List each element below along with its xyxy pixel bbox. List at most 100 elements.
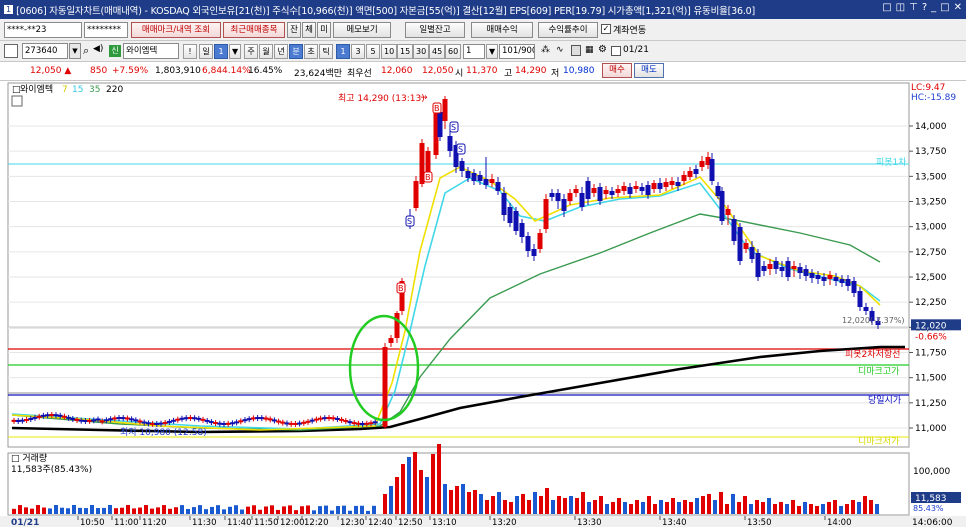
account-link-checkbox[interactable]: ✓ [601, 24, 611, 34]
stock-code-input[interactable]: 273640 [22, 43, 68, 59]
volume-bar [78, 507, 82, 514]
trade-profit-button[interactable]: 매매수익 [471, 22, 533, 38]
volume-bar [48, 508, 52, 514]
memo-button[interactable]: 메모보기 [333, 22, 391, 38]
minute-30[interactable]: 30 [413, 44, 430, 59]
volume-bar [737, 502, 741, 514]
volume-box-pct: 85.43% [913, 504, 944, 513]
sound-icon[interactable]: ◀) [93, 44, 103, 54]
price-tick-label: 14,000 [915, 122, 947, 132]
restore-icon[interactable]: □ [882, 2, 891, 13]
filled-button[interactable]: 체 [302, 22, 316, 38]
minute-3[interactable]: 3 [351, 44, 365, 59]
settings-icon[interactable]: ⚙ [598, 44, 607, 55]
sell-button[interactable]: 매도 [634, 63, 664, 78]
account-link-label: 계좌연동 [613, 26, 647, 36]
candle-body [833, 277, 839, 281]
candle-body [815, 275, 821, 279]
volume-bar [431, 454, 435, 514]
volume-bar [66, 508, 70, 514]
candle-body [809, 273, 815, 278]
volume-bar [401, 464, 405, 514]
volume-bar [234, 505, 238, 514]
expand-icon[interactable] [11, 95, 23, 107]
code-dropdown-icon[interactable]: ▼ [69, 43, 81, 59]
volume-bar [521, 494, 525, 514]
period-tick[interactable]: 틱 [319, 44, 333, 59]
current-price-pct: -0.66% [915, 332, 947, 342]
volume-bar [503, 500, 507, 514]
volume-bar [557, 496, 561, 514]
legend-ma-7: 7 [62, 85, 68, 95]
buy-button[interactable]: 매수 [602, 63, 632, 78]
line-tool-icon[interactable]: ∿ [556, 45, 564, 55]
unfilled-button[interactable]: 미 [317, 22, 331, 38]
best-bid: 12,060 [381, 66, 413, 76]
period-month[interactable]: 월 [259, 44, 273, 59]
recent-trade-button[interactable]: 최근매매종목 [223, 22, 285, 38]
minute-1[interactable]: 1 [336, 44, 350, 59]
minute-45[interactable]: 45 [429, 44, 446, 59]
candle-body [507, 207, 513, 223]
candle-body [755, 253, 761, 277]
time-tick-label: 11:40 [227, 518, 252, 527]
pin-icon[interactable]: ⊤ [909, 2, 918, 13]
chart-area[interactable]: BBBSSS □ 와이엠텍 7 15 35 220 14,000 13,750 13… [0, 81, 966, 528]
candle-body [827, 275, 833, 279]
time-tick-label: 12:20 [304, 518, 329, 527]
period-week[interactable]: 주 [244, 44, 258, 59]
volume-bar [138, 507, 142, 514]
candle-body [803, 269, 809, 276]
high-price: 14,290 [515, 66, 547, 76]
grid-icon[interactable]: ▦ [585, 45, 594, 55]
candle-body [645, 185, 651, 195]
volume-bar [863, 496, 867, 514]
minute-10[interactable]: 10 [381, 44, 398, 59]
count-dropdown-icon[interactable]: ▼ [486, 44, 499, 59]
daily-balance-button[interactable]: 일별잔고 [405, 22, 465, 38]
save-icon[interactable] [571, 45, 581, 56]
low-price: 10,980 [563, 66, 595, 76]
volume-bar [515, 496, 519, 514]
candle-body [483, 179, 489, 185]
count-input[interactable]: 1 [463, 44, 485, 59]
unit-dropdown-icon[interactable]: ▼ [229, 44, 242, 59]
date-checkbox[interactable] [611, 46, 621, 56]
legend-ma-15: 15 [72, 85, 83, 95]
period-second[interactable]: 초 [304, 44, 318, 59]
yield-trend-button[interactable]: 수익률추이 [538, 22, 598, 38]
trade-mark-button[interactable]: 매매마크/내역 조회 [131, 22, 221, 38]
search-icon[interactable]: ⌕ [83, 44, 89, 58]
account-select[interactable]: ****-**23 [4, 22, 82, 38]
minute-15[interactable]: 15 [397, 44, 414, 59]
current-price: 12,050 ▲ [30, 66, 72, 76]
period-year[interactable]: 년 [274, 44, 288, 59]
mode-button[interactable]: 일 [199, 44, 213, 59]
tool-icon[interactable]: ⁂ [541, 45, 550, 55]
candle-body [681, 175, 687, 181]
alert-button[interactable]: ! [183, 44, 197, 59]
volume-bar [84, 508, 88, 514]
close-icon[interactable]: ✕ [954, 2, 962, 13]
layout-icon[interactable]: ◫ [896, 2, 905, 13]
volume-bar [264, 506, 268, 514]
price-chart[interactable]: BBBSSS □ 와이엠텍 7 15 35 220 14,00013,75013… [0, 81, 966, 528]
period-minute[interactable]: 분 [289, 44, 303, 59]
minute-5[interactable]: 5 [366, 44, 380, 59]
volume-bar [102, 507, 106, 514]
price-change: 850 [90, 66, 108, 76]
unit-input[interactable]: 1 [214, 44, 228, 59]
range-input[interactable]: 101/900 [499, 44, 535, 59]
password-input[interactable]: ******** [84, 22, 128, 38]
volume-bar [833, 500, 837, 514]
candle-body [394, 313, 400, 338]
minute-60[interactable]: 60 [445, 44, 462, 59]
balance-button[interactable]: 잔 [287, 22, 301, 38]
layout-icon[interactable] [4, 44, 18, 58]
open-price: 11,370 [466, 66, 498, 76]
stock-name-field[interactable]: 와이엠텍 [123, 43, 179, 59]
maximize-icon[interactable]: □ [940, 2, 949, 13]
minimize-icon[interactable]: _ [931, 2, 936, 13]
help-icon[interactable]: ? [922, 2, 927, 13]
favorite-icon[interactable]: 신 [109, 45, 121, 57]
